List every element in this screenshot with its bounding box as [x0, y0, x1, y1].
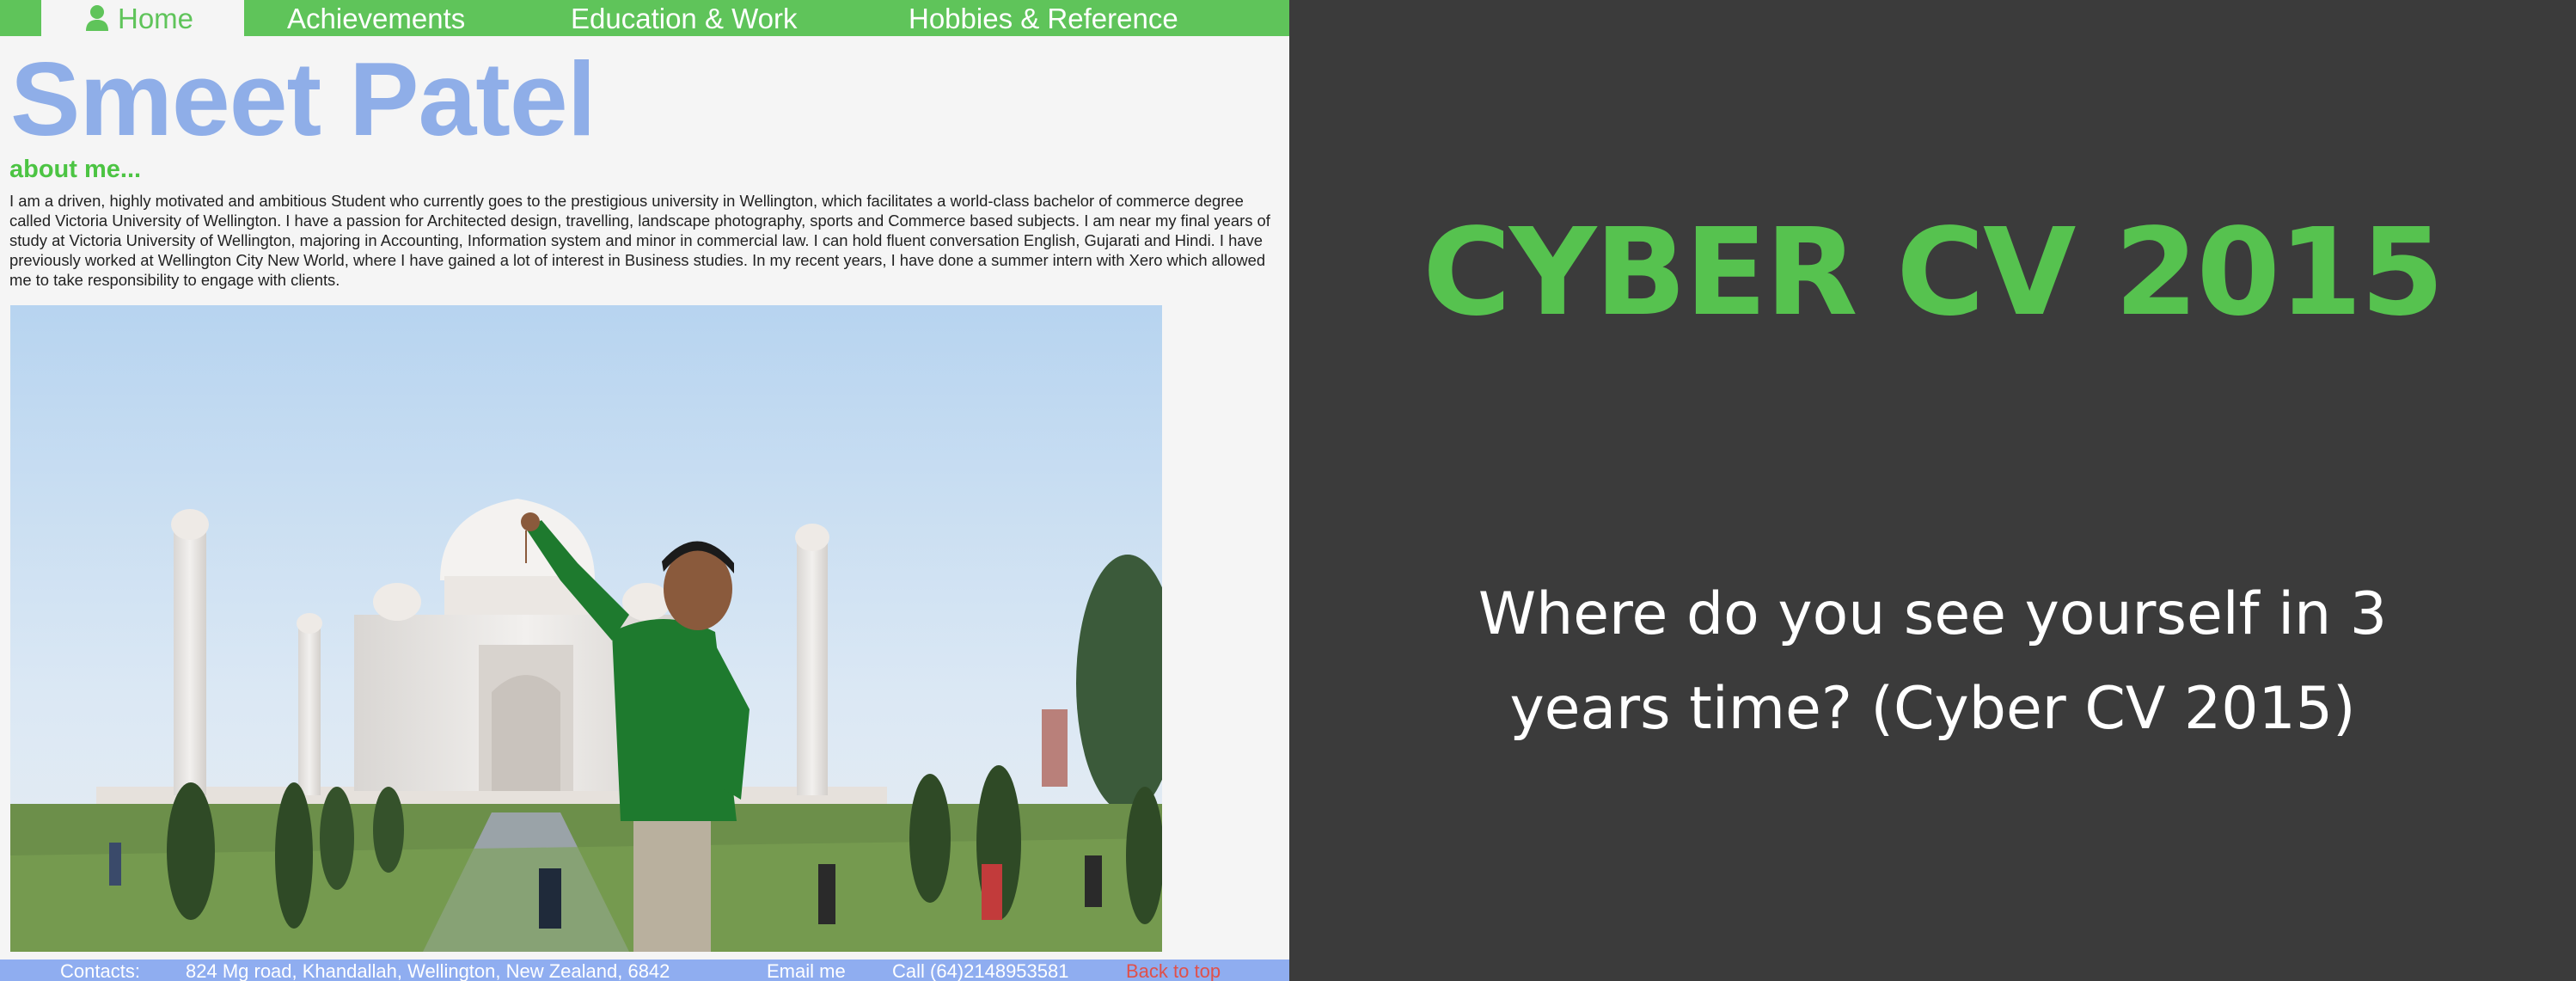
about-text: I am a driven, highly motivated and ambi… [9, 192, 1270, 289]
footer-email-link[interactable]: Email me [767, 960, 846, 981]
nav-home-link[interactable]: Home [41, 0, 244, 36]
website-screenshot: Home Achievements Education & Work Hobbi… [0, 0, 1289, 981]
footer-contacts-label: Contacts: [60, 960, 140, 981]
footer-bar: Contacts: 824 Mg road, Khandallah, Welli… [0, 960, 1289, 981]
footer-address: 824 Mg road, Khandallah, Wellington, New… [186, 960, 670, 981]
back-to-top-link[interactable]: Back to top [1126, 960, 1221, 981]
card-subtitle: Where do you see yourself in 3 years tim… [1478, 580, 2388, 743]
nav-hobbies-reference-link[interactable]: Hobbies & Reference [909, 0, 1178, 36]
card-title: CYBER CV 2015 [1423, 203, 2444, 343]
user-icon [84, 3, 110, 33]
nav-bar: Home Achievements Education & Work Hobbi… [0, 0, 1289, 36]
nav-education-work-link[interactable]: Education & Work [571, 0, 798, 36]
about-heading: about me... [9, 156, 142, 183]
title-card: CYBER CV 2015 Where do you see yourself … [1289, 0, 2576, 981]
footer-call-link[interactable]: Call (64)2148953581 [892, 960, 1069, 981]
nav-achievements-link[interactable]: Achievements [287, 0, 465, 36]
name-heading: Smeet Patel [10, 40, 597, 157]
nav-home-label: Home [117, 3, 194, 34]
taj-mahal-photo [10, 305, 1162, 952]
